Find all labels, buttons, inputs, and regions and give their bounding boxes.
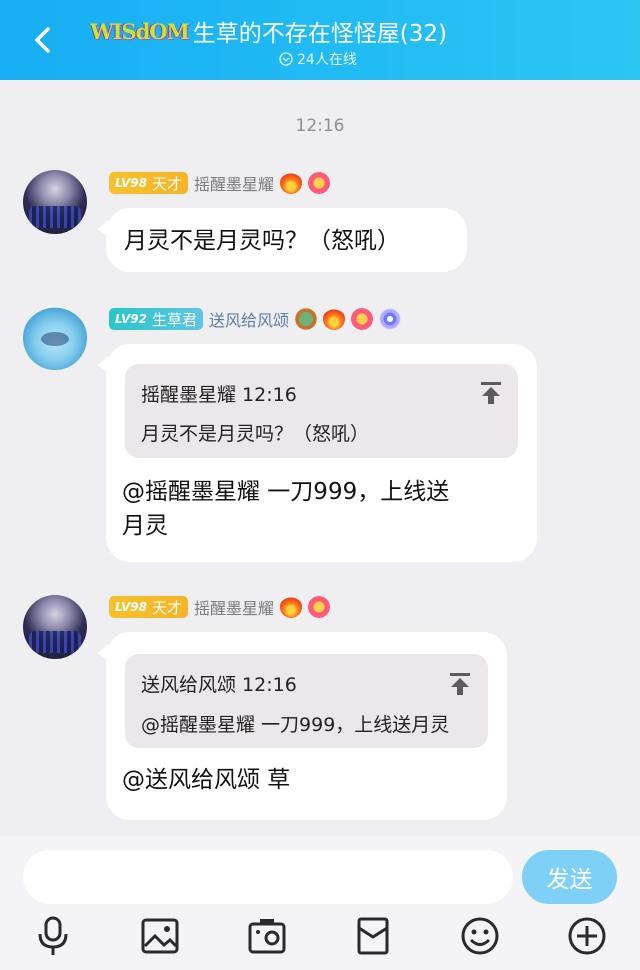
message-bubble[interactable]: 月灵不是月灵吗？（怒吼） <box>97 208 467 272</box>
quoted-message[interactable]: 送风给风颂 12:16 @摇醒墨星耀 一刀999，上线送月灵 <box>125 654 488 748</box>
level-number: LV98 <box>115 176 147 190</box>
group-logo: WISdOM <box>90 18 190 44</box>
jump-to-top-icon[interactable] <box>449 672 471 696</box>
emoji-icon <box>461 917 499 955</box>
back-button[interactable] <box>28 24 60 56</box>
message-bubble[interactable]: 摇醒墨星耀 12:16 月灵不是月灵吗？（怒吼） @摇醒墨星耀 一刀999，上线… <box>97 344 537 562</box>
red-packet-button[interactable] <box>351 914 395 958</box>
emoji-button[interactable] <box>458 914 502 958</box>
flower-badge-icon <box>308 596 331 618</box>
sender-meta: LV92 生草君 送风给风颂 <box>109 306 402 332</box>
avatar[interactable] <box>23 306 87 370</box>
level-number: LV92 <box>115 312 147 326</box>
message-text-line1: @摇醒墨星耀 一刀999，上线送 <box>122 479 450 505</box>
sender-meta: LV98 天才 摇醒墨星耀 <box>109 170 331 196</box>
more-button[interactable] <box>565 914 609 958</box>
camera-icon <box>248 919 286 954</box>
message-text: 月灵不是月灵吗？（怒吼） <box>124 228 400 254</box>
spiral-badge-icon <box>379 308 402 330</box>
chevron-left-icon <box>35 27 50 53</box>
plus-icon <box>568 917 606 955</box>
sender-name[interactable]: 摇醒墨星耀 <box>194 595 274 619</box>
chat-header: WISdOM 生草的不存在怪怪屋(32) 24人在线 <box>0 0 640 80</box>
level-title: 天才 <box>151 174 182 193</box>
bubble-tail <box>97 644 109 662</box>
level-badge: LV92 生草君 <box>109 308 203 330</box>
image-button[interactable] <box>138 914 182 958</box>
bubble-tail <box>97 356 109 374</box>
sender-name[interactable]: 送风给风颂 <box>209 307 289 331</box>
title-row[interactable]: WISdOM 生草的不存在怪怪屋(32) <box>90 14 470 48</box>
camera-button[interactable] <box>245 914 289 958</box>
image-icon <box>141 918 179 954</box>
quote-text: @摇醒墨星耀 一刀999，上线送月灵 <box>141 714 450 736</box>
quote-author-time: 送风给风颂 12:16 <box>141 674 297 696</box>
avatar[interactable] <box>23 595 87 659</box>
quote-author-time: 摇醒墨星耀 12:16 <box>141 384 297 406</box>
message-text: @送风给风颂 草 <box>122 767 291 793</box>
flower-badge-icon <box>351 308 374 330</box>
fire-badge-icon <box>323 308 346 330</box>
microphone-icon <box>38 916 68 955</box>
group-title: 生草的不存在怪怪屋(32) <box>192 21 448 47</box>
level-badge: LV98 天才 <box>109 596 188 618</box>
chevron-down-circle-icon <box>279 52 293 66</box>
red-packet-icon <box>357 917 389 955</box>
time-divider: 12:16 <box>295 116 345 136</box>
message-text-line2: 月灵 <box>122 513 168 539</box>
message-input[interactable] <box>23 850 513 904</box>
sender-name[interactable]: 摇醒墨星耀 <box>194 171 274 195</box>
jump-to-top-icon[interactable] <box>480 381 502 405</box>
level-title: 天才 <box>151 598 182 617</box>
bubble-tail <box>97 220 109 238</box>
level-number: LV98 <box>115 600 147 614</box>
quoted-message[interactable]: 摇醒墨星耀 12:16 月灵不是月灵吗？（怒吼） <box>125 364 518 458</box>
quote-text: 月灵不是月灵吗？（怒吼） <box>141 423 370 445</box>
message-bubble[interactable]: 送风给风颂 12:16 @摇醒墨星耀 一刀999，上线送月灵 @送风给风颂 草 <box>97 632 507 820</box>
level-title: 生草君 <box>151 310 197 329</box>
fire-badge-icon <box>280 172 303 194</box>
flower-badge-icon <box>308 172 331 194</box>
fire-badge-icon <box>280 596 303 618</box>
dragon-badge-icon <box>295 308 318 330</box>
online-count-label: 24人在线 <box>297 52 357 68</box>
send-button[interactable]: 发送 <box>522 850 617 904</box>
online-count[interactable]: 24人在线 <box>279 49 357 69</box>
level-badge: LV98 天才 <box>109 172 188 194</box>
sender-meta: LV98 天才 摇醒墨星耀 <box>109 594 331 620</box>
voice-button[interactable] <box>31 914 75 958</box>
avatar[interactable] <box>23 170 87 234</box>
